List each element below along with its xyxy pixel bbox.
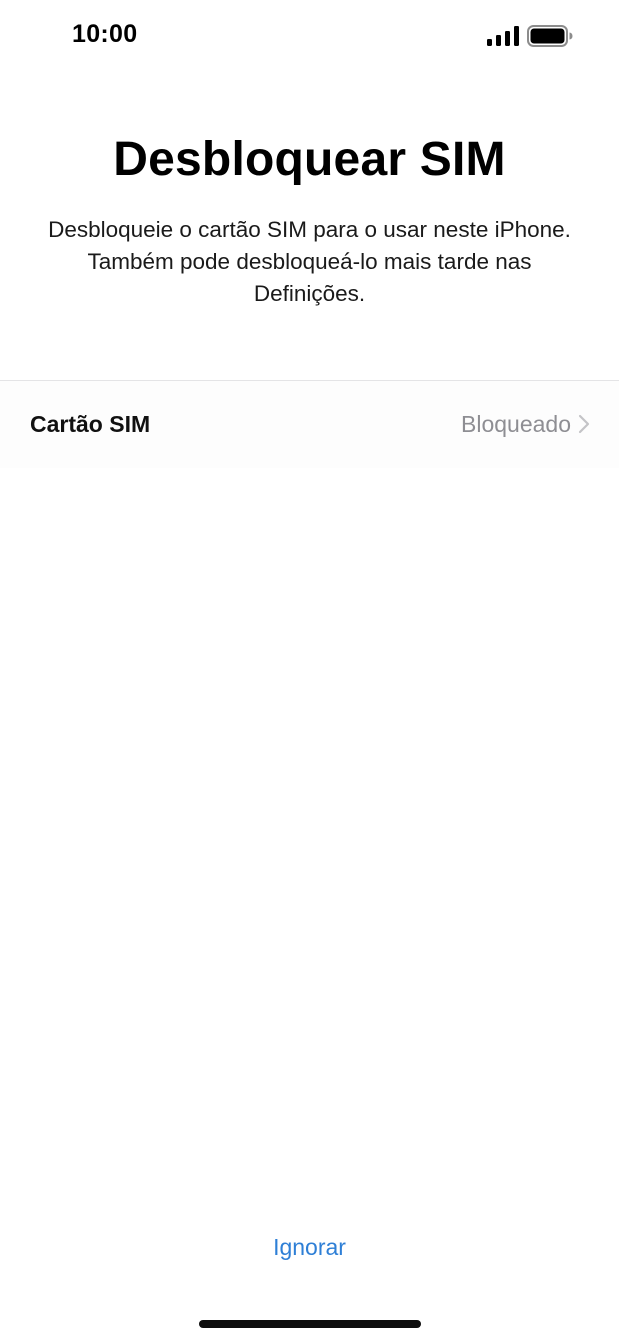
- sim-settings-group: Cartão SIM Bloqueado: [0, 380, 619, 468]
- home-indicator[interactable]: [199, 1320, 421, 1328]
- sim-card-row[interactable]: Cartão SIM Bloqueado: [0, 381, 619, 468]
- chevron-right-icon: [578, 414, 590, 434]
- cellular-signal-icon: [487, 26, 519, 46]
- battery-full-icon: [527, 25, 573, 47]
- page-title: Desbloquear SIM: [113, 133, 506, 186]
- status-time: 10:00: [72, 20, 138, 48]
- page-subtitle: Desbloqueie o cartão SIM para o usar nes…: [48, 217, 571, 306]
- sim-status-value: Bloqueado: [461, 411, 571, 437]
- status-bar: 10:00: [0, 0, 619, 74]
- sim-card-label: Cartão SIM: [30, 411, 151, 437]
- skip-button[interactable]: Ignorar: [0, 1234, 619, 1261]
- skip-button-label: Ignorar: [273, 1234, 346, 1260]
